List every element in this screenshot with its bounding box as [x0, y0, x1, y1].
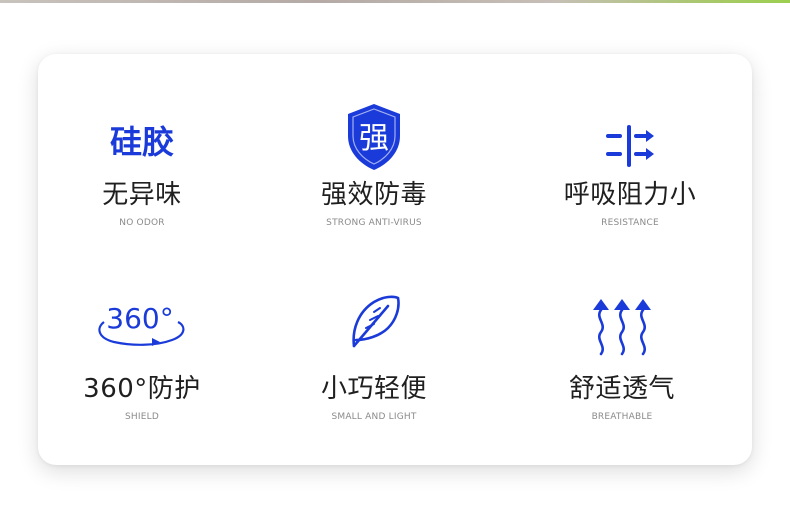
feature-subtitle: RESISTANCE: [601, 218, 659, 228]
silicone-text-icon: 硅胶: [109, 123, 175, 161]
feature-no-odor: 硅胶 无异味 NO ODOR: [42, 54, 242, 254]
feature-title: 强效防毒: [320, 180, 427, 210]
rotate-360-label: 360°: [106, 302, 173, 335]
shield-icon: 强: [344, 102, 404, 176]
feature-subtitle: SHIELD: [125, 412, 159, 422]
feature-resistance: 呼吸阻力小 RESISTANCE: [530, 54, 730, 254]
breathable-wave-icon: [589, 296, 655, 360]
rotate-360-icon: 360°: [94, 298, 190, 356]
features-card: 硅胶 无异味 NO ODOR 强 强效防毒 STRONG ANTI-VIRUS: [38, 54, 752, 465]
feature-subtitle: NO ODOR: [119, 218, 165, 228]
feature-title: 无异味: [102, 180, 182, 210]
feather-icon: [344, 290, 404, 356]
feature-subtitle: BREATHABLE: [591, 412, 653, 422]
feature-subtitle: SMALL AND LIGHT: [331, 412, 417, 422]
feature-title: 呼吸阻力小: [563, 180, 697, 210]
feature-shield-360: 360° 360°防护 SHIELD: [42, 254, 242, 454]
feature-subtitle: STRONG ANTI-VIRUS: [326, 218, 422, 228]
top-image-strip: [0, 0, 790, 3]
feature-small-and-light: 小巧轻便 SMALL AND LIGHT: [274, 254, 474, 454]
shield-label: 强: [359, 121, 389, 156]
feature-strong-anti-virus: 强 强效防毒 STRONG ANTI-VIRUS: [274, 54, 474, 254]
feature-title: 小巧轻便: [320, 374, 427, 404]
airflow-arrows-icon: [602, 124, 658, 172]
feature-breathable: 舒适透气 BREATHABLE: [522, 254, 722, 454]
feature-title: 360°防护: [83, 374, 201, 404]
feature-title: 舒适透气: [568, 374, 675, 404]
